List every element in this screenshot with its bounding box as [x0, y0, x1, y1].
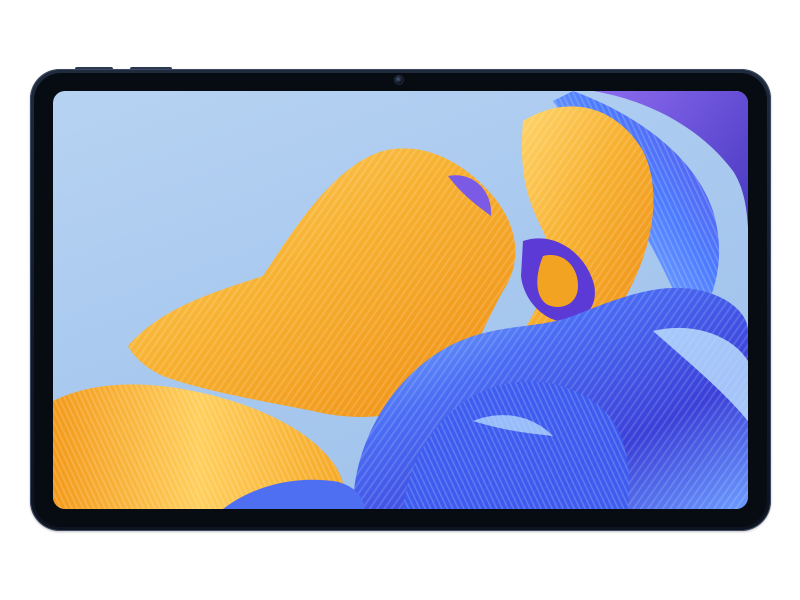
tablet-screen — [53, 91, 748, 509]
wallpaper-artwork — [53, 91, 748, 509]
front-camera-icon — [394, 75, 404, 85]
product-image — [0, 0, 800, 600]
